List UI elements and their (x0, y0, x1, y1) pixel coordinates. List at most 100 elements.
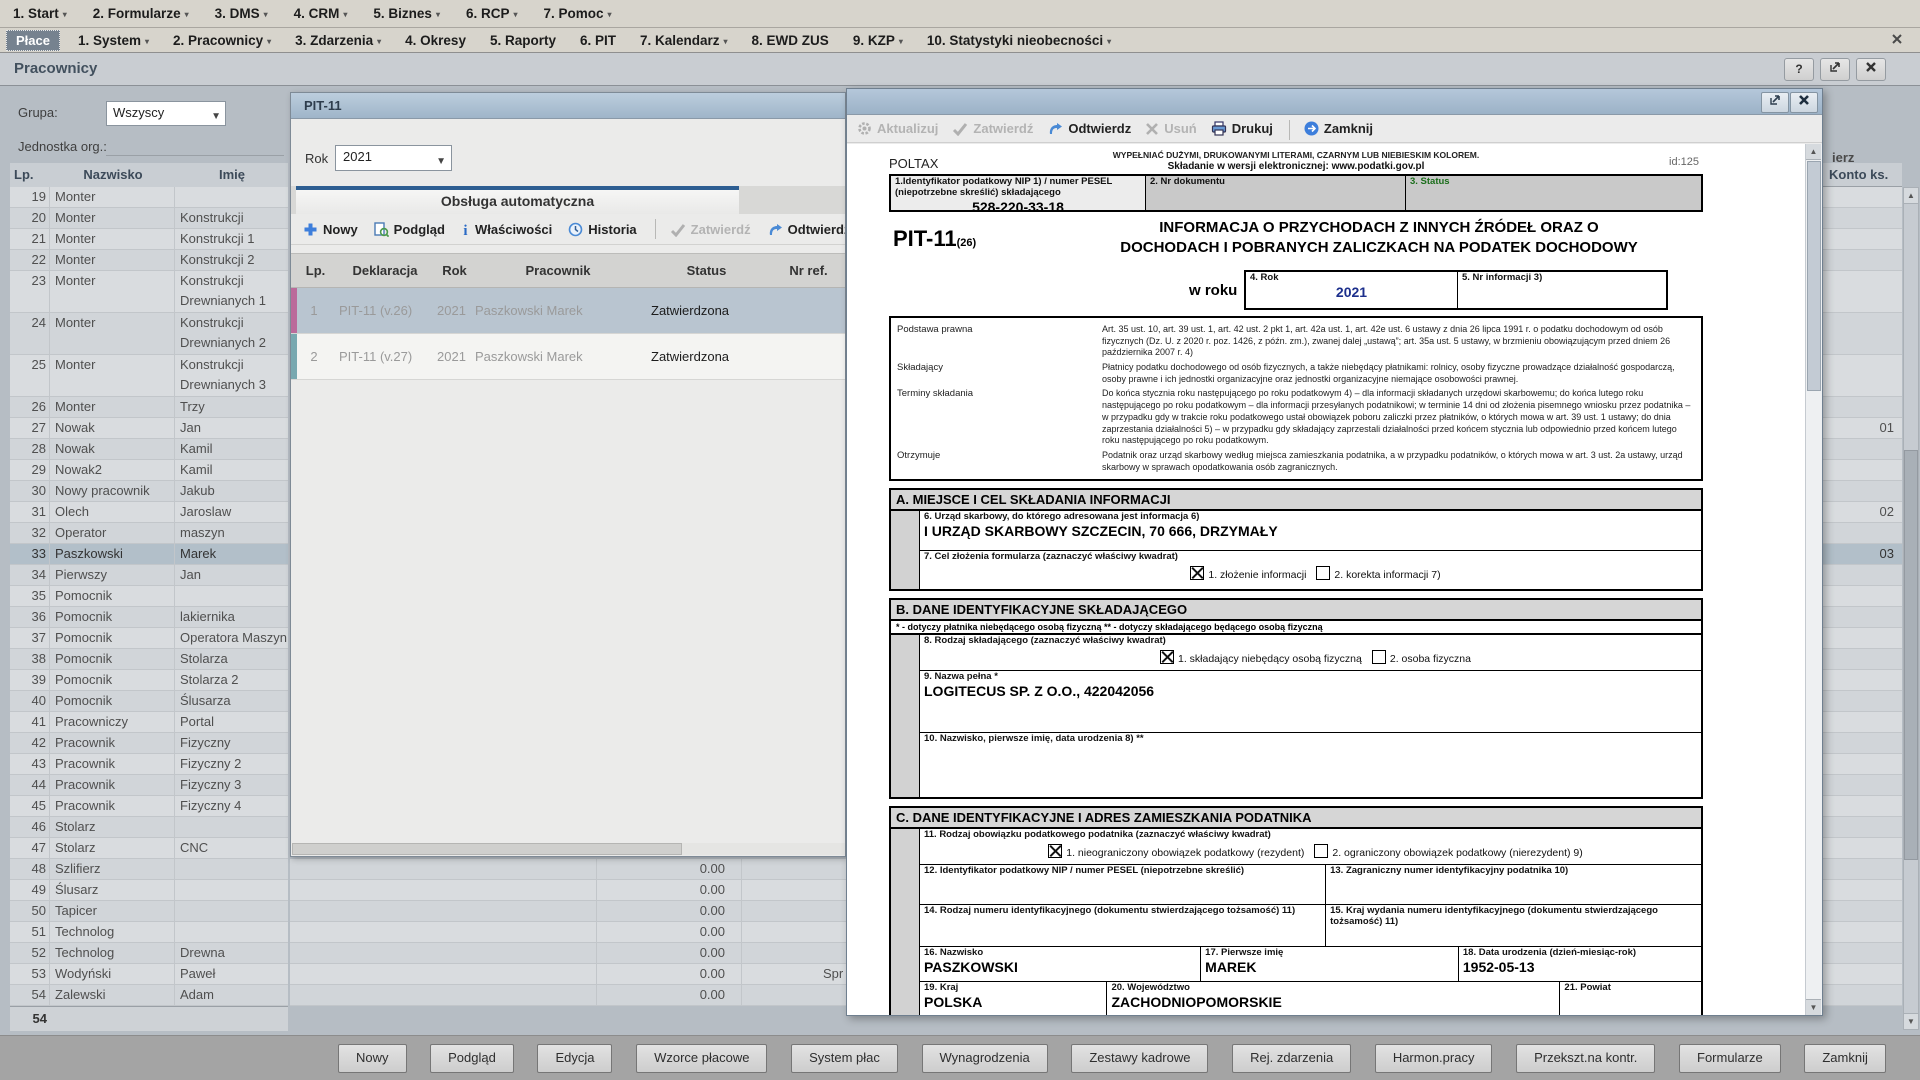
table-row[interactable]: 30Nowy pracownikJakub (10, 481, 288, 502)
table-row[interactable]: 36Pomocniklakiernika (10, 607, 288, 628)
menu-crm[interactable]: 4. CRM▾ (281, 0, 361, 28)
document-scrollbar[interactable]: ▲ ▼ (1805, 144, 1822, 1015)
checkbox-checked-icon[interactable] (1160, 650, 1174, 664)
table-row[interactable]: 45PracownikFizyczny 4 (10, 796, 288, 817)
module-close-button[interactable] (1856, 58, 1886, 81)
zestawy-kadrowe-button[interactable]: Zestawy kadrowe (1071, 1044, 1208, 1073)
maximize-button[interactable] (1761, 92, 1789, 113)
table-row[interactable]: 40PomocnikŚlusarza (10, 691, 288, 712)
przekszt-na-kontr--button[interactable]: Przekszt.na kontr. (1516, 1044, 1655, 1073)
table-row[interactable]: 42PracownikFizyczny (10, 733, 288, 754)
main-vertical-scrollbar[interactable]: ▲ ▼ (1903, 187, 1919, 1030)
table-row[interactable]: 48Szlifierz (10, 859, 288, 880)
scroll-down-icon[interactable]: ▼ (1904, 1013, 1918, 1029)
odtwierdz-button[interactable]: Odtwierdz (767, 214, 846, 245)
table-row[interactable]: 28NowakKamil (10, 439, 288, 460)
pit11-dialog-titlebar[interactable]: PIT-11 (291, 93, 845, 119)
system-płac-button[interactable]: System płac (791, 1044, 898, 1073)
menu-pomoc[interactable]: 7. Pomoc▾ (530, 0, 624, 28)
menu-kalendarz[interactable]: 7. Kalendarz▾ (628, 29, 740, 54)
table-row[interactable]: 50Tapicer (10, 901, 288, 922)
table-row[interactable]: 54ZalewskiAdam (10, 985, 288, 1006)
table-row[interactable]: 53WodyńskiPaweł (10, 964, 288, 985)
grupa-select[interactable]: Wszyscy▼ (106, 101, 226, 126)
form-window-titlebar[interactable] (847, 89, 1822, 115)
checkbox-icon[interactable] (1316, 566, 1330, 580)
menu-pit[interactable]: 6. PIT (568, 29, 628, 53)
menu-kzp[interactable]: 9. KZP▾ (841, 29, 915, 54)
jednostka-input[interactable] (106, 137, 284, 156)
table-row[interactable]: 44PracownikFizyczny 3 (10, 775, 288, 796)
table-row[interactable]: 47StolarzCNC (10, 838, 288, 859)
table-row[interactable]: 23MonterKonstrukcji Drewnianych 1 (10, 271, 288, 313)
drukuj-button[interactable]: Drukuj (1211, 115, 1273, 143)
wzorce-płacowe-button[interactable]: Wzorce płacowe (636, 1044, 767, 1073)
table-row[interactable]: 25MonterKonstrukcji Drewnianych 3 (10, 355, 288, 397)
menu-rcp[interactable]: 6. RCP▾ (453, 0, 531, 28)
menu-start[interactable]: 1. Start▾ (0, 0, 80, 28)
table-row[interactable]: 26MonterTrzy (10, 397, 288, 418)
table-row[interactable]: 39PomocnikStolarza 2 (10, 670, 288, 691)
checkbox-checked-icon[interactable] (1190, 566, 1204, 580)
table-row[interactable]: 22MonterKonstrukcji 2 (10, 250, 288, 271)
table-row[interactable]: 35Pomocnik (10, 586, 288, 607)
właściwości-button[interactable]: iWłaściwości (461, 214, 552, 245)
menu-okresy[interactable]: 4. Okresy (393, 29, 478, 53)
table-row[interactable]: 21MonterKonstrukcji 1 (10, 229, 288, 250)
table-row[interactable]: 51Technolog (10, 922, 288, 943)
nowy-button[interactable]: Nowy (303, 214, 358, 245)
table-row[interactable]: 27NowakJan (10, 418, 288, 439)
menu-ewd-zus[interactable]: 8. EWD ZUS (740, 29, 841, 53)
scroll-down-icon[interactable]: ▼ (1806, 999, 1821, 1015)
table-row[interactable]: 52TechnologDrewna (10, 943, 288, 964)
checkbox-icon[interactable] (1372, 650, 1386, 664)
podgląd-button[interactable]: Podgląd (430, 1044, 514, 1073)
tab-obsluga-automatyczna[interactable]: Obsługa automatyczna (296, 186, 739, 214)
table-row[interactable]: 38PomocnikStolarza (10, 649, 288, 670)
scroll-up-icon[interactable]: ▲ (1904, 188, 1918, 204)
formularze-button[interactable]: Formularze (1679, 1044, 1781, 1073)
table-row[interactable]: 32Operatormaszyn (10, 523, 288, 544)
table-row[interactable]: 33PaszkowskiMarek (10, 544, 288, 565)
scrollbar-thumb[interactable] (292, 843, 682, 855)
zamknij-button[interactable]: Zamknij (1804, 1044, 1886, 1073)
detach-button[interactable] (1820, 58, 1850, 81)
table-row[interactable]: 29Nowak2Kamil (10, 460, 288, 481)
table-row[interactable]: 31OlechJaroslaw (10, 502, 288, 523)
odtwierdz-button[interactable]: Odtwierdz (1047, 115, 1131, 143)
menu-raporty[interactable]: 5. Raporty (478, 29, 568, 53)
table-row[interactable]: 43PracownikFizyczny 2 (10, 754, 288, 775)
menu-pracownicy[interactable]: 2. Pracownicy▾ (161, 29, 283, 54)
scrollbar-thumb[interactable] (1807, 161, 1821, 391)
table-row[interactable]: 41PracowniczyPortal (10, 712, 288, 733)
menu-zdarzenia[interactable]: 3. Zdarzenia▾ (283, 29, 393, 54)
table-row[interactable]: 46Stolarz (10, 817, 288, 838)
declaration-row[interactable]: 1 PIT-11 (v.26) 2021 Paszkowski Marek Za… (291, 288, 846, 334)
pit11-horizontal-scrollbar[interactable] (292, 843, 846, 855)
table-row[interactable]: 24MonterKonstrukcji Drewnianych 2 (10, 313, 288, 355)
menu-place-chip[interactable]: Płace (6, 30, 60, 51)
edycja-button[interactable]: Edycja (537, 1044, 612, 1073)
table-row[interactable]: 19Monter (10, 187, 288, 208)
harmon-pracy-button[interactable]: Harmon.pracy (1375, 1044, 1493, 1073)
menu-system[interactable]: 1. System▾ (66, 29, 161, 54)
rok-select[interactable]: 2021▼ (335, 145, 452, 171)
checkbox-icon[interactable] (1314, 844, 1328, 858)
nowy-button[interactable]: Nowy (338, 1044, 407, 1073)
menu-formularze[interactable]: 2. Formularze▾ (80, 0, 202, 28)
declaration-row[interactable]: 2 PIT-11 (v.27) 2021 Paszkowski Marek Za… (291, 334, 846, 380)
table-row[interactable]: 20MonterKonstrukcji (10, 208, 288, 229)
close-button[interactable] (1790, 92, 1818, 113)
menu-biznes[interactable]: 5. Biznes▾ (360, 0, 453, 28)
menu-statystyki-nieobecności[interactable]: 10. Statystyki nieobecności▾ (915, 29, 1123, 54)
zamknij-button[interactable]: Zamknij (1304, 115, 1373, 143)
menubar-close-icon[interactable] (1890, 32, 1906, 48)
table-row[interactable]: 37PomocnikOperatora Maszyn (10, 628, 288, 649)
historia-button[interactable]: Historia (568, 214, 636, 245)
table-row[interactable]: 34PierwszyJan (10, 565, 288, 586)
scrollbar-thumb[interactable] (1904, 450, 1918, 860)
menu-dms[interactable]: 3. DMS▾ (202, 0, 281, 28)
podgląd-button[interactable]: Podgląd (374, 214, 445, 245)
wynagrodzenia-button[interactable]: Wynagrodzenia (922, 1044, 1048, 1073)
rej-zdarzenia-button[interactable]: Rej. zdarzenia (1232, 1044, 1351, 1073)
